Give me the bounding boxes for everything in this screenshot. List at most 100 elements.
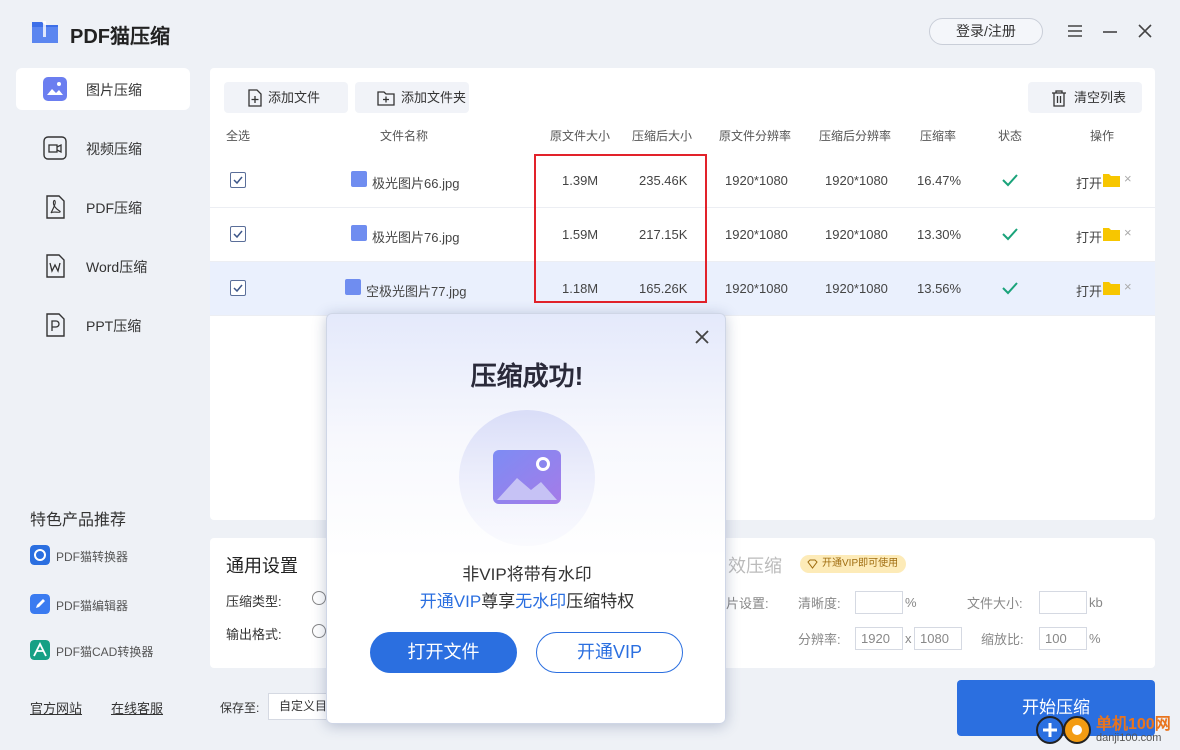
open-link[interactable]: 打开	[1076, 173, 1102, 192]
ratio: 13.30%	[917, 227, 962, 242]
dialog-close-icon[interactable]	[693, 328, 711, 346]
watermark-notice: 非VIP将带有水印	[462, 565, 592, 584]
image-file-icon	[351, 171, 367, 187]
header-comp-size: 压缩后大小	[632, 129, 693, 143]
efficient-compress-title: 效压缩	[728, 556, 782, 576]
vip-text: 尊享	[481, 592, 516, 611]
resolution-x: x	[905, 631, 912, 646]
sidebar-item-label: 图片压缩	[86, 82, 142, 98]
site-watermark: 单机100网 danji100.com	[1036, 708, 1180, 750]
close-icon[interactable]	[1134, 20, 1156, 42]
success-check-icon	[1002, 174, 1018, 187]
pdf-icon	[46, 195, 65, 219]
clarity-input[interactable]	[855, 591, 903, 614]
compress-type-radio[interactable]	[312, 591, 326, 605]
folder-icon[interactable]	[1103, 173, 1120, 187]
row-checkbox[interactable]	[230, 280, 246, 296]
ppt-icon	[46, 313, 65, 337]
remove-icon[interactable]: ×	[1124, 279, 1132, 294]
sidebar-item-label: PPT压缩	[86, 318, 142, 334]
file-name: 极光图片66.jpg	[372, 176, 460, 191]
vip-only-badge: 开通VIP即可使用	[800, 555, 907, 573]
featured-label: PDF猫转换器	[56, 550, 129, 564]
folder-icon[interactable]	[1103, 281, 1120, 295]
open-file-button[interactable]: 打开文件	[370, 632, 517, 673]
no-watermark-highlight: 无水印	[515, 592, 567, 611]
login-register-button[interactable]: 登录/注册	[929, 18, 1043, 45]
sidebar-item-video-compress[interactable]: 视频压缩	[16, 127, 190, 169]
scale-unit: %	[1089, 631, 1101, 646]
featured-label: PDF猫编辑器	[56, 599, 129, 613]
official-website-link[interactable]: 官方网站	[30, 698, 82, 717]
header-ratio: 压缩率	[920, 129, 957, 143]
image-file-icon	[345, 279, 361, 295]
dialog-title: 压缩成功!	[470, 361, 584, 391]
resolution-width-input[interactable]: 1920	[855, 627, 903, 650]
word-icon	[46, 254, 65, 278]
row-checkbox[interactable]	[230, 226, 246, 242]
resolution-height-input[interactable]: 1080	[914, 627, 962, 650]
vip-badge-label: 开通VIP即可使用	[822, 558, 899, 569]
header-comp-res: 压缩后分辨率	[819, 129, 892, 143]
file-size-label: 文件大小:	[967, 596, 1023, 611]
trash-icon	[1052, 90, 1066, 107]
comp-res: 1920*1080	[825, 227, 888, 242]
featured-label: PDF猫CAD转换器	[56, 645, 154, 659]
diamond-icon	[807, 559, 818, 569]
online-support-link[interactable]: 在线客服	[111, 698, 163, 717]
featured-pdf-cad-converter[interactable]: PDF猫CAD转换器	[30, 639, 170, 661]
sidebar-item-pdf-compress[interactable]: PDF压缩	[16, 186, 190, 228]
open-link[interactable]: 打开	[1076, 281, 1102, 300]
add-folder-button[interactable]: 添加文件夹	[355, 82, 469, 113]
featured-products-title: 特色产品推荐	[30, 512, 127, 529]
open-vip-button[interactable]: 开通VIP	[536, 632, 683, 673]
success-check-icon	[1002, 282, 1018, 295]
sidebar-item-label: PDF压缩	[86, 200, 142, 216]
watermark-domain: danji100.com	[1096, 732, 1162, 744]
add-file-label: 添加文件	[268, 90, 321, 105]
folder-icon[interactable]	[1103, 227, 1120, 241]
clarity-label: 清晰度:	[798, 596, 841, 611]
remove-icon[interactable]: ×	[1124, 171, 1132, 186]
pdf-converter-icon	[30, 545, 50, 565]
image-file-icon	[351, 225, 367, 241]
success-check-icon	[1002, 228, 1018, 241]
scale-input[interactable]: 100	[1039, 627, 1087, 650]
app-logo-icon	[32, 21, 58, 43]
orig-res: 1920*1080	[725, 281, 788, 296]
header-status: 状态	[998, 129, 1023, 143]
scale-label: 缩放比:	[981, 632, 1024, 647]
menu-icon[interactable]	[1064, 20, 1086, 42]
sidebar-item-word-compress[interactable]: Word压缩	[16, 245, 190, 287]
sidebar-item-image-compress[interactable]: 图片压缩	[16, 68, 190, 110]
clarity-unit: %	[905, 595, 917, 610]
watermark-site-name: 单机100网	[1096, 716, 1171, 733]
pdf-cad-converter-icon	[30, 640, 50, 660]
row-checkbox[interactable]	[230, 172, 246, 188]
image-icon	[43, 77, 67, 101]
orig-res: 1920*1080	[725, 173, 788, 188]
watermark-logo-icon	[1036, 716, 1091, 744]
privilege-text: 压缩特权	[566, 592, 635, 611]
file-size-input[interactable]	[1039, 591, 1087, 614]
custom-settings-label: 片设置:	[726, 596, 769, 611]
minimize-icon[interactable]	[1099, 20, 1121, 42]
compress-success-dialog: 压缩成功! 非VIP将带有水印 开通VIP尊享无水印压缩特权 打开文件 开通VI…	[326, 313, 726, 724]
save-to-label: 保存至:	[220, 701, 260, 715]
featured-pdf-editor[interactable]: PDF猫编辑器	[30, 593, 150, 615]
output-format-radio[interactable]	[312, 624, 326, 638]
sidebar-item-ppt-compress[interactable]: PPT压缩	[16, 304, 190, 346]
check-icon	[233, 284, 243, 293]
file-size-unit: kb	[1089, 595, 1103, 610]
file-name: 极光图片76.jpg	[372, 230, 460, 245]
clear-list-label: 清空列表	[1074, 90, 1127, 105]
remove-icon[interactable]: ×	[1124, 225, 1132, 240]
add-file-button[interactable]: 添加文件	[224, 82, 348, 113]
check-icon	[233, 176, 243, 185]
select-all-checkbox-label[interactable]: 全选	[226, 127, 250, 144]
open-link[interactable]: 打开	[1076, 227, 1102, 246]
clear-list-button[interactable]: 清空列表	[1028, 82, 1142, 113]
vip-highlight: 开通VIP	[419, 592, 482, 611]
check-icon	[233, 230, 243, 239]
featured-pdf-converter[interactable]: PDF猫转换器	[30, 544, 150, 566]
